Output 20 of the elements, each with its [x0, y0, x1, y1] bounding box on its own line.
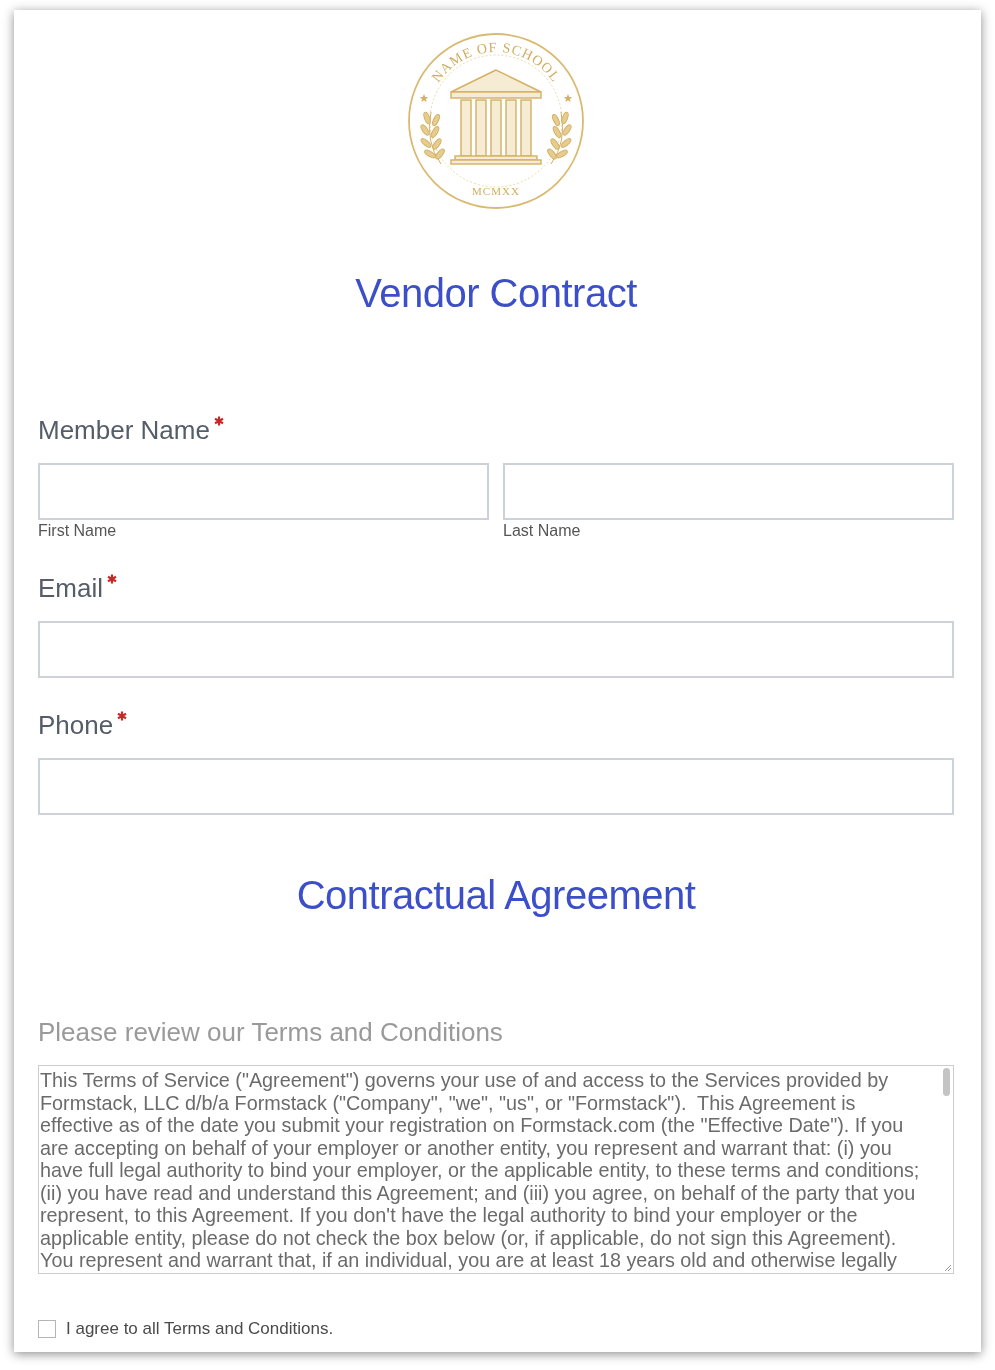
field-label: Member Name — [38, 414, 210, 446]
seal-year: MCMXX — [472, 185, 520, 197]
resize-grip-icon[interactable] — [944, 1264, 952, 1272]
agree-checkbox[interactable] — [38, 1320, 56, 1338]
section-title: Contractual Agreement — [296, 872, 696, 919]
scrollbar-thumb[interactable] — [943, 1068, 950, 1096]
input-field[interactable] — [38, 758, 954, 815]
input-field[interactable] — [38, 463, 489, 520]
input-field[interactable] — [503, 463, 954, 520]
star-icon — [563, 94, 573, 102]
field-sublabel: First Name — [38, 521, 117, 541]
star-icon — [419, 94, 429, 102]
input-field[interactable] — [38, 621, 954, 678]
terms-textarea[interactable]: This Terms of Service ("Agreement") governs your use of and access to the Services provided by Formstack, LLC d/b/a Formstack ("Company", "we", "us", or "Formstack"). This Agreement is effective as of the date you submit your registration on Formstack.com (the "Effective Date"). If you are accepting on behalf of your employer or another entity, you represent and warrant that: (i) you have full legal authority to bind your employer, or the applicable entity, to these terms and conditions; (ii) you have read and understand this Agreement; and (iii) you agree, on behalf of the party that you represent, to this Agreement. If you don't have the legal authority to bind your employer or the applicable entity, please do not check the box below (or, if applicable, do not sign this Agreement). You represent and warrant that, if an individual, you are at least 18 years old and otherwise legally — [38, 1065, 954, 1274]
field-sublabel: Last Name — [503, 521, 581, 541]
checkbox-label: I agree to all Terms and Conditions. — [66, 1318, 334, 1340]
form-title: Vendor Contract — [355, 270, 637, 317]
field-label: Email — [38, 572, 103, 604]
field-label: Please review our Terms and Conditions — [38, 1016, 503, 1048]
field-label: Phone — [38, 709, 114, 741]
